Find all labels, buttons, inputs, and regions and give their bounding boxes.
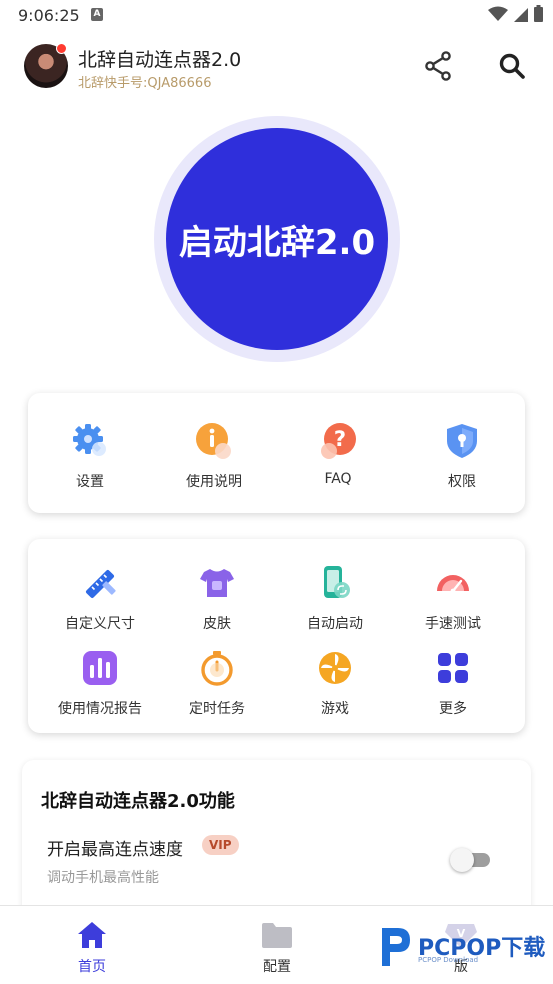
signal-icon [514,7,528,22]
feature-row-title: 开启最高连点速度 [47,840,183,860]
menu-item-permissions[interactable]: 权限 [400,421,524,491]
share-button[interactable] [422,50,454,82]
menu-item-instructions[interactable]: 使用说明 [152,421,276,491]
menu-item-faq[interactable]: ? FAQ [276,421,400,487]
start-button[interactable]: 启动北辞2.0 [166,128,388,350]
features-card: 北辞自动连点器2.0功能 开启最高连点速度 VIP 调动手机最高性能 [22,760,531,920]
menu-item-label: 手速测试 [425,616,481,632]
watermark-logo: PCPOP下载 PCPOP Download [376,924,548,972]
vip-badge: VIP [202,835,239,855]
folder-icon [262,923,292,948]
phone-sync-icon [315,563,355,603]
menu-item-scheduled-task[interactable]: 定时任务 [155,648,279,718]
tshirt-icon [197,563,237,603]
features-title: 北辞自动连点器2.0功能 [41,791,235,812]
home-icon [78,922,106,948]
nav-tab-label: 首页 [78,959,106,975]
app-subtitle: 北辞快手号:QJA86666 [78,76,212,91]
menu-item-label: 自动启动 [307,616,363,632]
watermark-suffix: 下载 [501,936,546,961]
menu-item-label: 使用说明 [186,474,242,490]
wifi-icon [488,6,508,21]
status-time: 9:06:25 [18,6,80,25]
menu-item-custom-size[interactable]: 自定义尺寸 [38,563,162,633]
feature-row-description: 调动手机最高性能 [47,870,159,886]
menu-item-label: FAQ [324,471,352,487]
menu-item-skin[interactable]: 皮肤 [155,563,279,633]
status-bar: 9:06:25 A [0,0,553,30]
menu-item-label: 权限 [448,474,476,490]
menu-item-auto-start[interactable]: 自动启动 [273,563,397,633]
menu-item-label: 定时任务 [189,701,245,717]
menu-item-label: 游戏 [321,701,349,717]
menu-item-settings[interactable]: 设置 [28,421,152,491]
speedometer-icon [433,563,473,603]
nav-tab-config[interactable]: 配置 [227,920,327,976]
question-icon: ? [318,421,358,461]
nav-tab-home[interactable]: 首页 [42,920,142,976]
menu-item-label: 设置 [76,474,104,490]
notification-icon: A [91,8,103,21]
ruler-pencil-icon [80,563,120,603]
pinwheel-icon [315,648,355,688]
search-icon [499,53,525,79]
menu-item-label: 皮肤 [203,616,231,632]
max-speed-toggle[interactable] [450,848,494,872]
shield-lock-icon [442,421,482,461]
gear-icon [70,421,110,461]
quick-menu-card: 设置 使用说明 ? FAQ 权限 [28,393,525,513]
bar-chart-icon [80,648,120,688]
tools-menu-card: 自定义尺寸 皮肤 自动启动 手速测试 使用情况报告 定时任务 游戏 更多 [28,539,525,733]
share-icon [425,51,451,81]
app-header: 北辞自动连点器2.0 北辞快手号:QJA86666 [0,40,553,94]
menu-item-more[interactable]: 更多 [391,648,515,718]
nav-tab-label: 配置 [263,959,291,975]
menu-item-label: 使用情况报告 [58,701,142,717]
search-button[interactable] [496,50,528,82]
battery-icon [534,5,543,22]
menu-item-label: 自定义尺寸 [65,616,135,632]
menu-item-game[interactable]: 游戏 [273,648,397,718]
menu-item-speed-test[interactable]: 手速测试 [391,563,515,633]
notification-dot [56,43,67,54]
app-title: 北辞自动连点器2.0 [78,49,242,71]
toggle-knob [450,848,474,872]
avatar[interactable] [24,43,68,88]
start-button-label: 启动北辞2.0 [178,222,376,263]
watermark-subtitle: PCPOP Download [418,956,479,964]
grid-icon [433,648,473,688]
status-indicators [488,5,543,22]
stopwatch-icon [197,648,237,688]
pcpop-logo-icon [382,928,410,966]
start-button-ring: 启动北辞2.0 [154,116,400,362]
menu-item-usage-report[interactable]: 使用情况报告 [38,648,162,718]
info-icon [194,421,234,461]
menu-item-label: 更多 [439,701,467,717]
